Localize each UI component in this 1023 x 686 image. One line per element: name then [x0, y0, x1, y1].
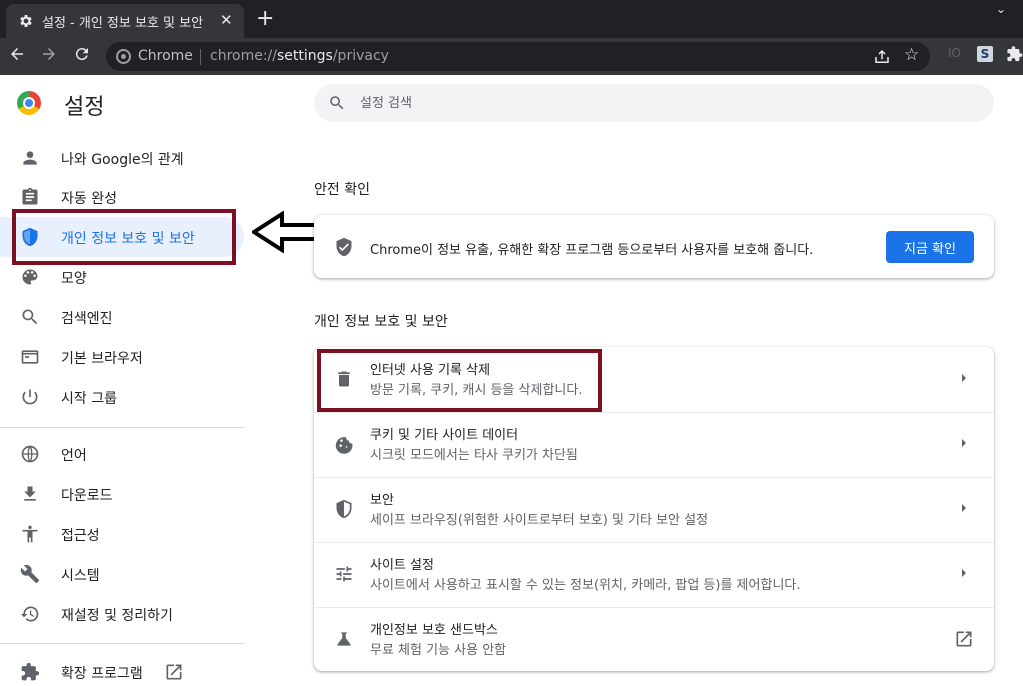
- highlight-box-clear-data: [317, 349, 602, 412]
- open-in-new-icon: [956, 631, 972, 647]
- row-title: 쿠키 및 기타 사이트 데이터: [370, 428, 519, 443]
- arrow-right-icon: [43, 48, 55, 60]
- reload-button[interactable]: [71, 45, 93, 67]
- sidebar-item-languages[interactable]: 언어: [0, 434, 244, 474]
- back-button[interactable]: [6, 45, 28, 67]
- chevron-right-icon: [962, 569, 966, 577]
- page-title: 설정: [64, 95, 105, 120]
- row-cookies[interactable]: 쿠키 및 기타 사이트 데이터 시크릿 모드에서는 타사 쿠키가 차단됨: [314, 412, 994, 476]
- shield-icon: [336, 499, 352, 519]
- sidebar-item-on-startup[interactable]: 시작 그룹: [0, 377, 244, 417]
- chevron-right-icon: [962, 374, 966, 382]
- search-icon: [330, 96, 344, 110]
- row-site-settings[interactable]: 사이트 설정 사이트에서 사용하고 표시할 수 있는 정보(위치, 카메라, 팝…: [314, 542, 994, 606]
- star-icon[interactable]: ☆: [904, 45, 919, 65]
- section-heading-privacy: 개인 정보 보호 및 보안: [314, 314, 448, 330]
- row-subtitle: 사이트에서 사용하고 표시할 수 있는 정보(위치, 카메라, 팝업 등)를 제…: [370, 578, 801, 593]
- sidebar-divider: [0, 643, 244, 644]
- sidebar-item-label: 검색엔진: [61, 311, 113, 327]
- forward-button[interactable]: [38, 45, 60, 67]
- row-title: 보안: [370, 493, 394, 508]
- row-divider: [314, 607, 994, 608]
- row-title: 사이트 설정: [370, 558, 434, 573]
- sidebar-item-search-engine[interactable]: 검색엔진: [0, 297, 244, 337]
- open-in-new-icon: [166, 664, 182, 680]
- accessibility-icon: [22, 525, 38, 543]
- sidebar-item-accessibility[interactable]: 접근성: [0, 514, 244, 554]
- safety-check-description: Chrome이 정보 유출, 유해한 확장 프로그램 등으로부터 사용자를 보호…: [370, 243, 814, 258]
- tab-title: 설정 - 개인 정보 보호 및 보안: [42, 16, 204, 31]
- browser-icon: [21, 350, 39, 364]
- download-icon: [24, 486, 36, 501]
- browser-toolbar: Chrome chrome://settings/privacy ☆ IO S: [0, 38, 1023, 75]
- row-divider: [314, 412, 994, 413]
- palette-icon: [22, 269, 38, 285]
- site-label: Chrome: [138, 48, 193, 64]
- url-text: chrome://settings/privacy: [210, 48, 389, 64]
- row-title: 개인정보 보호 샌드박스: [370, 623, 498, 638]
- sidebar-item-label: 나와 Google의 관계: [61, 152, 184, 168]
- sidebar-item-reset[interactable]: 재설정 및 정리하기: [0, 594, 244, 634]
- puzzle-icon: [21, 662, 40, 681]
- omnibox-divider: [200, 49, 201, 65]
- highlight-box-sidebar: [12, 209, 236, 265]
- row-subtitle: 세이프 브라우징(위험한 사이트로부터 보호) 및 기타 보안 설정: [370, 513, 709, 528]
- chevron-right-icon: [962, 439, 966, 447]
- browser-tab[interactable]: 설정 - 개인 정보 보호 및 보안 ✕: [6, 4, 244, 38]
- address-bar[interactable]: Chrome chrome://settings/privacy ☆: [106, 42, 930, 71]
- history-icon: [20, 606, 39, 622]
- tune-icon: [336, 566, 352, 582]
- wrench-icon: [20, 564, 40, 584]
- person-icon: [23, 151, 37, 165]
- chrome-site-icon: [116, 49, 131, 64]
- sidebar-item-label: 자동 완성: [61, 191, 117, 207]
- search-icon: [22, 309, 38, 325]
- chevron-right-icon: [962, 504, 966, 512]
- sidebar-item-label: 확장 프로그램: [61, 666, 143, 682]
- power-icon: [22, 389, 38, 405]
- globe-icon: [21, 445, 39, 463]
- row-divider: [314, 477, 994, 478]
- close-icon[interactable]: ✕: [220, 11, 233, 29]
- extension-s-icon[interactable]: S: [977, 46, 993, 62]
- reload-icon: [75, 48, 88, 61]
- shield-check-icon: [336, 237, 352, 257]
- title-bar: 설정 - 개인 정보 보호 및 보안 ✕ + ⌄: [0, 0, 1023, 38]
- sidebar-item-default-browser[interactable]: 기본 브라우저: [0, 337, 244, 377]
- sidebar-item-label: 언어: [61, 448, 87, 464]
- sidebar-item-label: 기본 브라우저: [61, 351, 143, 367]
- sidebar-item-you-and-google[interactable]: 나와 Google의 관계: [0, 138, 244, 178]
- sidebar-item-label: 접근성: [61, 528, 100, 544]
- row-privacy-sandbox[interactable]: 개인정보 보호 샌드박스 무료 체험 기능 사용 안함: [314, 607, 994, 671]
- sidebar-item-label: 다운로드: [61, 488, 113, 504]
- sidebar-item-label: 재설정 및 정리하기: [61, 608, 173, 624]
- check-now-button[interactable]: 지금 확인: [886, 231, 974, 263]
- row-subtitle: 무료 체험 기능 사용 안함: [370, 643, 507, 658]
- sidebar-divider: [0, 427, 244, 428]
- safety-check-card: Chrome이 정보 유출, 유해한 확장 프로그램 등으로부터 사용자를 보호…: [314, 215, 994, 278]
- sidebar-item-downloads[interactable]: 다운로드: [0, 474, 244, 514]
- chevron-down-icon[interactable]: ⌄: [996, 2, 1006, 16]
- sidebar-item-label: 시스템: [61, 568, 100, 584]
- new-tab-button[interactable]: +: [256, 8, 274, 30]
- share-icon[interactable]: [873, 48, 891, 66]
- arrow-left-icon: [11, 48, 23, 60]
- gear-icon: [20, 15, 32, 27]
- search-input[interactable]: [360, 93, 960, 113]
- sidebar-item-system[interactable]: 시스템: [0, 554, 244, 594]
- flask-icon: [337, 632, 351, 646]
- puzzle-icon[interactable]: [1006, 45, 1023, 63]
- sidebar-item-label: 시작 그룹: [61, 391, 117, 407]
- row-subtitle: 시크릿 모드에서는 타사 쿠키가 차단됨: [370, 448, 578, 463]
- row-divider: [314, 542, 994, 543]
- settings-search[interactable]: [314, 84, 994, 122]
- clipboard-icon: [22, 187, 38, 205]
- chrome-logo: [17, 91, 41, 115]
- cookie-icon: [335, 437, 353, 454]
- row-security[interactable]: 보안 세이프 브라우징(위험한 사이트로부터 보호) 및 기타 보안 설정: [314, 477, 994, 541]
- sidebar-item-extensions[interactable]: 확장 프로그램: [0, 652, 244, 686]
- section-heading-safety-check: 안전 확인: [314, 182, 370, 198]
- sidebar-item-label: 모양: [61, 271, 87, 287]
- extension-io-icon[interactable]: IO: [948, 46, 961, 60]
